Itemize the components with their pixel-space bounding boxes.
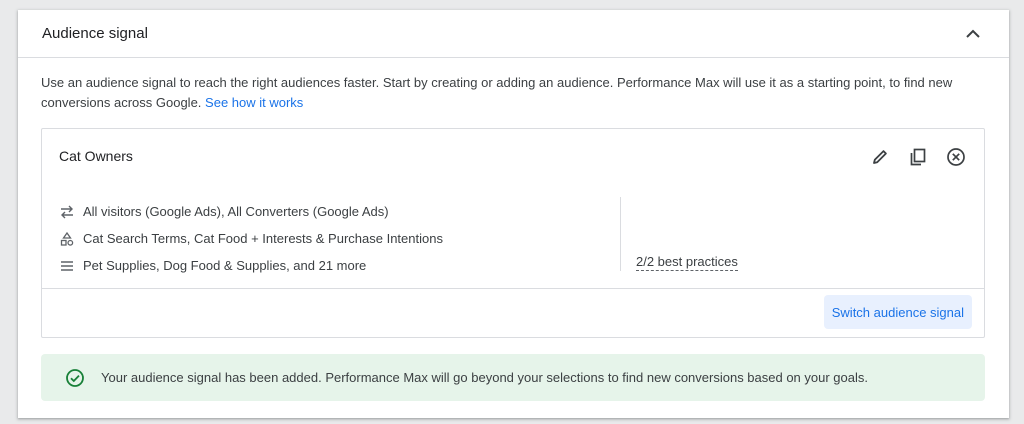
remove-icon[interactable] <box>944 145 968 169</box>
detail-row-segments: Pet Supplies, Dog Food & Supplies, and 2… <box>59 252 443 279</box>
edit-icon[interactable] <box>868 145 892 169</box>
card-header[interactable]: Audience signal <box>18 10 1009 58</box>
shapes-icon <box>59 231 75 247</box>
detail-text: Pet Supplies, Dog Food & Supplies, and 2… <box>83 258 367 273</box>
detail-text: All visitors (Google Ads), All Converter… <box>83 204 389 219</box>
swap-arrows-icon <box>59 204 75 220</box>
copy-icon[interactable] <box>906 145 930 169</box>
audience-name: Cat Owners <box>59 148 133 164</box>
vertical-divider <box>620 197 621 271</box>
switch-audience-signal-button[interactable]: Switch audience signal <box>823 295 972 329</box>
description-text: Use an audience signal to reach the righ… <box>41 75 953 110</box>
see-how-it-works-link[interactable]: See how it works <box>205 95 303 110</box>
detail-text: Cat Search Terms, Cat Food + Interests &… <box>83 231 443 246</box>
horizontal-divider <box>42 288 984 289</box>
audience-actions <box>868 145 968 169</box>
description: Use an audience signal to reach the righ… <box>41 73 981 113</box>
success-banner: Your audience signal has been added. Per… <box>41 354 985 401</box>
check-circle-icon <box>65 368 85 388</box>
detail-row-audiences: All visitors (Google Ads), All Converter… <box>59 198 443 225</box>
best-practices-link[interactable]: 2/2 best practices <box>636 254 738 271</box>
audience-signal-box: Cat Owners All visitors (Google Ads), Al… <box>41 128 985 338</box>
audience-details: All visitors (Google Ads), All Converter… <box>59 198 443 279</box>
audience-signal-card: Audience signal Use an audience signal t… <box>18 10 1009 418</box>
card-title: Audience signal <box>42 25 148 42</box>
banner-text: Your audience signal has been added. Per… <box>101 370 868 385</box>
detail-row-interests: Cat Search Terms, Cat Food + Interests &… <box>59 225 443 252</box>
list-icon <box>59 258 75 274</box>
chevron-up-icon[interactable] <box>961 22 985 46</box>
